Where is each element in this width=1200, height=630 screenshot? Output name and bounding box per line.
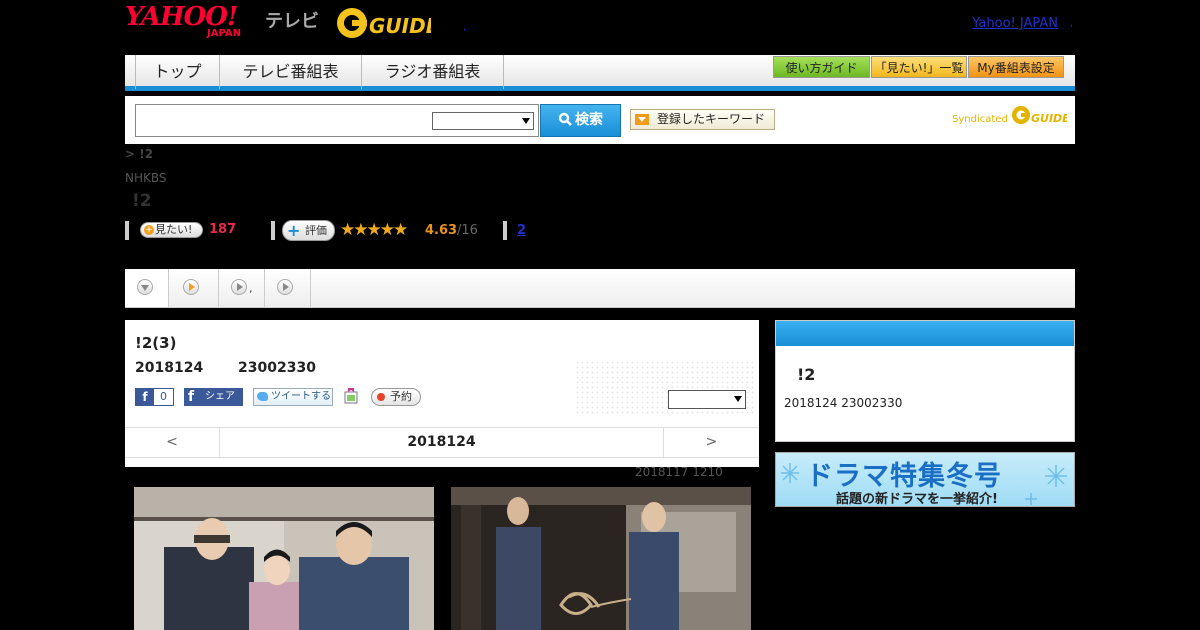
search-button[interactable]: 検索 [540,104,621,137]
want-to-watch-list-button[interactable]: 「見たい!」一覧 [871,56,967,78]
yahoo-japan-sublogo: JAPAN [207,28,241,39]
sidebar-program-title[interactable]: !2 [797,365,815,384]
tweet-button[interactable]: ツイートする [253,388,333,406]
prev-date-button[interactable]: < [125,428,220,457]
episode-photo-1[interactable] [134,487,434,630]
subtab-2[interactable]: , [169,269,253,307]
play-icon [231,279,247,295]
divider [503,221,507,240]
chevron-down-icon [734,396,742,402]
updated-timestamp: 2018117 1210 [635,465,723,479]
record-icon [377,393,385,401]
syndicated-label: Syndicated [952,114,1008,125]
tv-label[interactable]: テレビ [265,7,319,33]
tab-top[interactable]: トップ [135,55,220,89]
gguide-logo[interactable]: GUIDE [335,6,431,40]
header-separator-2: , [1069,18,1073,29]
sidebar-box-header [776,321,1074,346]
facebook-share-label: シェア [205,391,235,402]
subtab-1[interactable] [125,269,169,307]
play-icon [277,279,293,295]
breadcrumb[interactable]: > !2 [125,147,153,161]
search-icon [558,112,572,126]
sidebar-program-box: !2 2018124 23002330 [775,320,1075,442]
saved-keywords-label: 登録したキーワード [657,112,766,126]
plus-icon: + [144,225,154,235]
want-to-watch-label: 見たい! [155,223,193,236]
reserve-label: 予約 [390,390,412,403]
subtab-4[interactable] [265,269,311,307]
rate-label: 評価 [305,224,327,237]
banner-subtitle: 話題の新ドラマを一挙紹介! [836,492,998,507]
search-category-select[interactable] [432,112,534,130]
syndicated-gguide-logo: Syndicated GUIDE [952,104,1070,126]
star-rating-icon: ★★★★★ [340,220,408,240]
episode-select[interactable] [668,390,746,409]
facebook-like-count: 0 [160,390,167,403]
site-header: YAHOO! JAPAN テレビ GUIDE , Yahoo! JAPAN , [125,0,1075,50]
svg-text:GUIDE: GUIDE [1031,112,1067,125]
my-schedule-settings-button[interactable]: My番組表設定 [968,56,1064,78]
tab-radio-listings[interactable]: ラジオ番組表 [362,55,504,89]
facebook-like-button[interactable]: f 0 [135,388,174,406]
play-icon [183,279,199,295]
rate-button[interactable]: + 評価 [282,220,335,241]
main-nav: トップ テレビ番組表 ラジオ番組表 使い方ガイド 「見たい!」一覧 My番組表設… [125,55,1075,91]
subtab-3[interactable] [219,269,265,307]
plus-icon: + [287,221,301,240]
usage-guide-button[interactable]: 使い方ガイド [773,56,870,78]
facebook-share-button[interactable]: f シェア [184,388,243,406]
reserve-button[interactable]: 予約 [371,388,421,406]
facebook-icon: f [188,389,195,405]
twitter-bird-icon [257,392,268,401]
divider [271,221,275,240]
search-button-label: 検索 [575,112,603,128]
tweet-label: ツイートする [271,391,331,402]
yahoo-japan-logo[interactable]: YAHOO! [125,4,238,30]
chevron-down-icon [522,118,530,124]
episode-box: !2(3) 2018124 23002330 f 0 f シェア ツイートする … [125,320,759,467]
current-date: 2018124 [407,434,476,450]
chevron-down-icon [137,279,153,295]
rating-value: 4.63 [425,223,458,238]
episode-date: 2018124 [135,360,204,376]
reviews-link[interactable]: 2 [517,223,526,238]
program-title: !2 [132,191,152,211]
channel-name: NHKBS [125,171,167,185]
sidebar-program-datetime: 2018124 23002330 [784,396,903,410]
photo-scene-1 [134,487,434,630]
search-bar: 検索 登録したキーワード Syndicated GUIDE [125,96,1075,144]
episode-title: !2(3) [135,334,177,352]
program-subtabs: , [125,269,1075,308]
gguide-small-logo: GUIDE [1012,106,1070,125]
svg-text:GUIDE: GUIDE [369,14,431,38]
next-date-button[interactable]: > [663,428,759,457]
want-to-watch-button[interactable]: + 見たい! [140,222,203,238]
dropdown-icon [635,114,649,125]
facebook-icon: f [136,389,154,405]
yahoo-japan-link[interactable]: Yahoo! JAPAN [972,16,1058,31]
saved-keywords-button[interactable]: 登録したキーワード [630,109,775,130]
rating-count: /16 [457,223,478,238]
want-to-watch-count: 187 [209,222,237,237]
episode-time: 23002330 [238,360,316,376]
bookmark-icon[interactable] [344,388,358,404]
tab-tv-listings[interactable]: テレビ番組表 [220,55,362,89]
date-pager: < 2018124 > [125,427,759,458]
episode-photo-2[interactable] [451,487,751,630]
header-separator: , [463,22,467,33]
photo-scene-2 [451,487,751,630]
drama-special-banner[interactable]: ドラマ特集冬号 話題の新ドラマを一挙紹介! [775,452,1075,507]
divider [125,221,129,240]
